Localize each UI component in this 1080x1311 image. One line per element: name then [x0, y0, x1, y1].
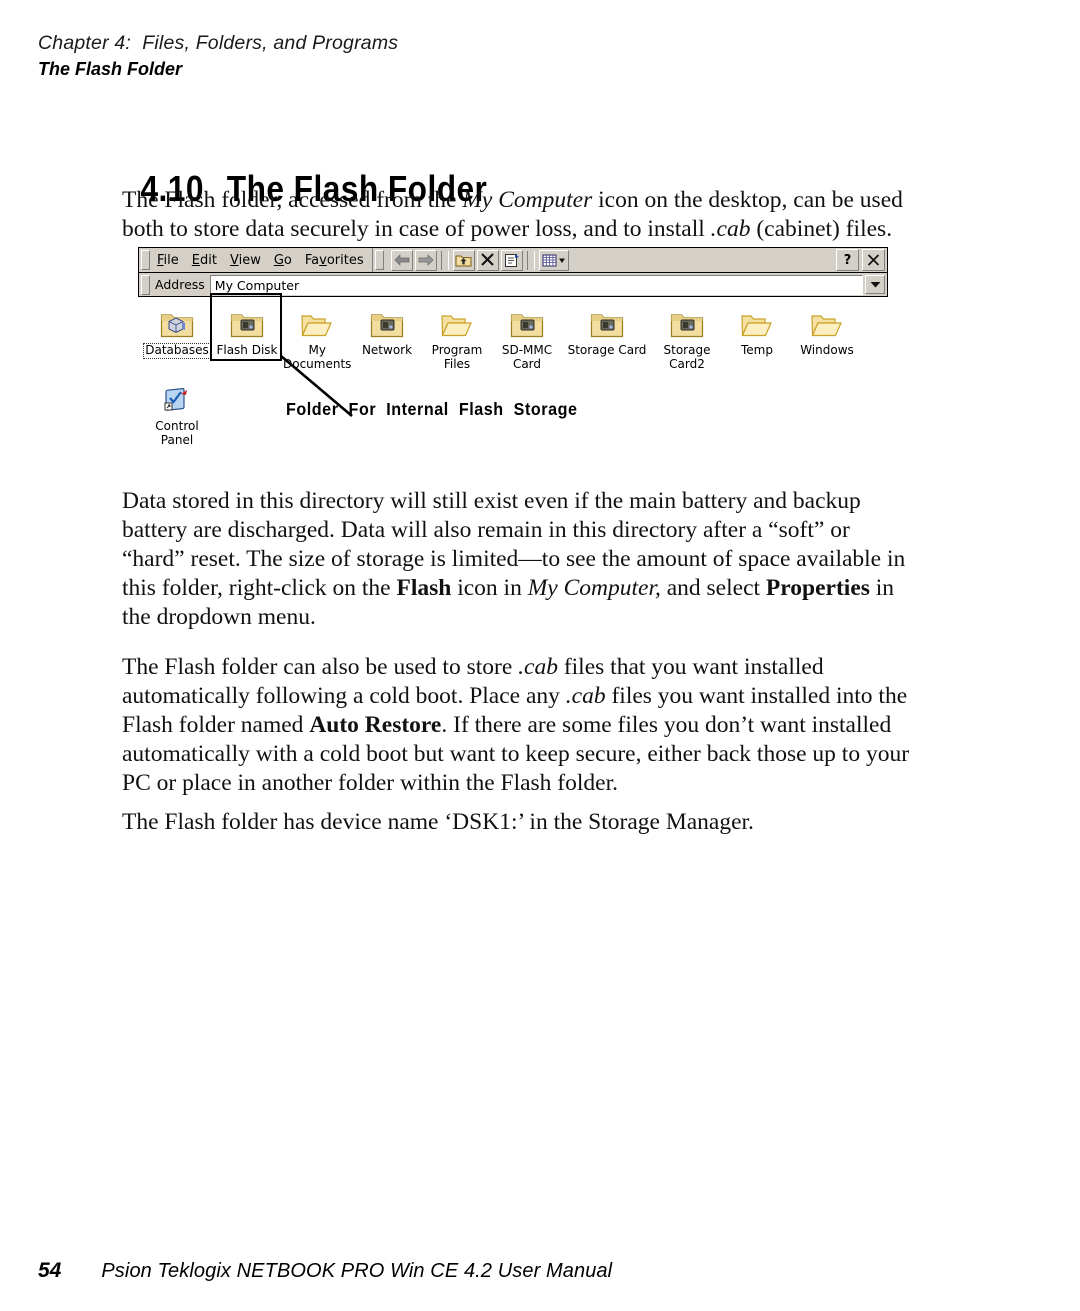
- file-icon-program-files[interactable]: Program Files: [422, 303, 492, 371]
- icon-row-1: Databases Flash Disk My Documents Networ…: [142, 303, 888, 371]
- p3-text-1: The Flash folder can also be used to sto…: [122, 654, 519, 680]
- paragraph-device-name: The Flash folder has device name ‘DSK1:’…: [122, 809, 754, 835]
- up-one-level-button[interactable]: [452, 249, 475, 271]
- properties-button[interactable]: [500, 249, 523, 271]
- file-icon-label: Storage Card2: [663, 343, 711, 371]
- menu-toolbar: File Edit View Go Favorites ?: [138, 247, 888, 273]
- file-icon-label: Program Files: [431, 343, 483, 371]
- toolbar-separator-2: [526, 250, 535, 270]
- close-x-icon: [867, 254, 880, 266]
- file-icon-temp[interactable]: Temp: [722, 303, 792, 358]
- menu-item-favorites[interactable]: Favorites: [305, 253, 364, 268]
- auto-restore-bold: Auto Restore: [309, 712, 442, 738]
- paragraph-cab-files: The Flash folder can also be used to sto…: [122, 653, 912, 798]
- window-buttons: ?: [836, 249, 885, 271]
- up-one-level-icon: [455, 255, 472, 266]
- address-input[interactable]: My Computer: [209, 274, 863, 295]
- file-icon-label: Network: [361, 343, 413, 357]
- delete-button[interactable]: [476, 249, 499, 271]
- forward-button[interactable]: [414, 249, 437, 271]
- properties-bold: Properties: [765, 575, 870, 601]
- p2-text-3: and select: [660, 575, 766, 601]
- intro-text-3: (cabinet) files.: [750, 216, 893, 242]
- delete-x-icon: [481, 253, 494, 266]
- help-button[interactable]: ?: [836, 249, 859, 271]
- menu-item-edit[interactable]: Edit: [192, 253, 217, 268]
- file-icon-label: SD-MMC Card: [501, 343, 553, 371]
- file-icon-label: Windows: [800, 343, 854, 357]
- menu-bar: File Edit View Go Favorites: [153, 248, 373, 272]
- views-button[interactable]: [538, 249, 569, 271]
- file-icon-label: Control Panel: [155, 419, 199, 447]
- flash-disk-folder-icon: [212, 307, 282, 341]
- file-icon-label: Storage Card: [567, 343, 647, 357]
- network-folder-icon: [352, 307, 422, 341]
- cab-italic-3: .cab: [565, 683, 606, 709]
- views-dropdown-icon: [542, 254, 565, 266]
- toolbar-separator-1: [440, 250, 449, 270]
- databases-folder-icon: [142, 307, 212, 341]
- open-folder-icon: [792, 307, 862, 341]
- running-head: Chapter 4: Files, Folders, and Programs …: [38, 32, 638, 80]
- file-icon-label: Flash Disk: [216, 343, 278, 357]
- file-icon-sd-mmc-card[interactable]: SD-MMC Card: [492, 303, 562, 371]
- storage-card2-folder-icon: [652, 307, 722, 341]
- running-head-chapter: Chapter 4: Files, Folders, and Programs: [38, 32, 399, 54]
- my-computer-italic-2: My Computer,: [527, 575, 661, 601]
- page-footer: 54 Psion Teklogix NETBOOK PRO Win CE 4.2…: [38, 1259, 612, 1283]
- toolbar: [387, 249, 569, 271]
- cab-italic-1: .cab: [710, 216, 751, 242]
- file-icon-label: Temp: [741, 343, 773, 357]
- file-icon-control-panel[interactable]: Control Panel: [142, 379, 212, 447]
- address-grip-handle[interactable]: [141, 274, 150, 295]
- flash-bold: Flash: [396, 575, 452, 601]
- menu-item-go[interactable]: Go: [274, 253, 292, 268]
- menu-item-file[interactable]: File: [157, 253, 179, 268]
- p2-text-2: icon in: [451, 575, 528, 601]
- forward-arrow-icon: [418, 254, 434, 266]
- open-folder-icon: [722, 307, 792, 341]
- open-folder-icon: [422, 307, 492, 341]
- back-arrow-icon: [394, 254, 409, 266]
- file-icon-storage-card[interactable]: Storage Card: [562, 303, 652, 358]
- file-icon-my-documents[interactable]: My Documents: [282, 303, 352, 371]
- running-head-section: The Flash Folder: [38, 59, 183, 79]
- file-icon-databases[interactable]: Databases: [142, 303, 212, 359]
- windows-ce-explorer-screenshot: File Edit View Go Favorites ? Address My…: [138, 247, 888, 453]
- folder-contents: Databases Flash Disk My Documents Networ…: [138, 293, 888, 453]
- chevron-down-icon: [870, 282, 880, 288]
- toolbar-grip-handle[interactable]: [374, 250, 384, 270]
- file-icon-storage-card2[interactable]: Storage Card2: [652, 303, 722, 371]
- control-panel-icon: [142, 383, 212, 417]
- file-icon-label: Databases: [143, 343, 211, 359]
- storage-card-folder-icon: [562, 307, 652, 341]
- intro-paragraph: The Flash folder, accessed from the My C…: [122, 186, 912, 244]
- intro-text-1: The Flash folder, accessed from the: [122, 187, 463, 213]
- page-number: 54: [38, 1259, 62, 1282]
- back-button[interactable]: [390, 249, 413, 271]
- address-dropdown-button[interactable]: [865, 275, 885, 294]
- file-icon-label: My Documents: [283, 343, 352, 371]
- properties-icon: [504, 253, 519, 267]
- paragraph-storage-info: Data stored in this directory will still…: [122, 487, 912, 632]
- address-label: Address: [155, 277, 205, 292]
- help-button-label: ?: [843, 252, 852, 268]
- callout-caption: Folder For Internal Flash Storage: [286, 399, 578, 419]
- cab-italic-2: .cab: [518, 654, 558, 680]
- file-icon-flash-disk[interactable]: Flash Disk: [212, 303, 282, 358]
- file-icon-network[interactable]: Network: [352, 303, 422, 358]
- open-folder-icon: [282, 307, 352, 341]
- address-bar: Address My Computer: [138, 273, 888, 297]
- close-button[interactable]: [862, 249, 885, 271]
- menu-grip-handle[interactable]: [141, 250, 150, 270]
- menu-item-view[interactable]: View: [230, 253, 261, 268]
- my-computer-italic: My Computer: [462, 187, 593, 213]
- sd-card-folder-icon: [492, 307, 562, 341]
- file-icon-windows[interactable]: Windows: [792, 303, 862, 358]
- manual-title: Psion Teklogix NETBOOK PRO Win CE 4.2 Us…: [101, 1260, 613, 1282]
